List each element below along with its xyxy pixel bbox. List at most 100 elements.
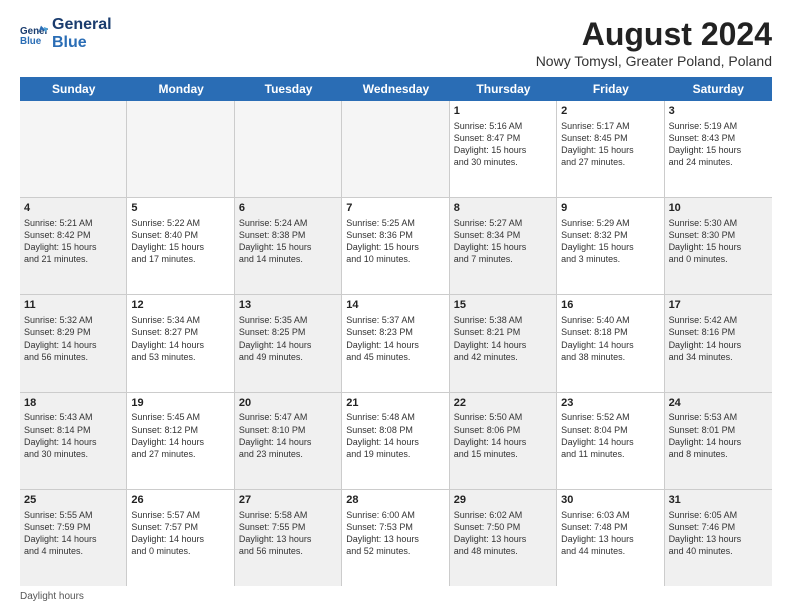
cal-cell-4-4: 29Sunrise: 6:02 AM Sunset: 7:50 PM Dayli… xyxy=(450,490,557,586)
day-info: Sunrise: 5:35 AM Sunset: 8:25 PM Dayligh… xyxy=(239,315,312,361)
cal-cell-1-0: 4 Sunrise: 5:21 AM Sunset: 8:42 PM Daylig… xyxy=(20,198,127,294)
day-number: 12 xyxy=(131,298,229,313)
day-info: Sunrise: 5:32 AM Sunset: 8:29 PM Dayligh… xyxy=(24,315,97,361)
header-saturday: Saturday xyxy=(665,77,772,101)
cal-cell-0-2 xyxy=(235,101,342,197)
header: General Blue General Blue August 2024 No… xyxy=(20,16,772,69)
day-info: Sunrise: 5:45 AM Sunset: 8:12 PM Dayligh… xyxy=(131,412,204,458)
cal-cell-1-1: 5 Sunrise: 5:22 AM Sunset: 8:40 PM Daylig… xyxy=(127,198,234,294)
day-info: Sunrise: 5:55 AM Sunset: 7:59 PM Dayligh… xyxy=(24,510,97,556)
day-number: 2 xyxy=(561,104,659,119)
day-info: Sunrise: 5:50 AM Sunset: 8:06 PM Dayligh… xyxy=(454,412,527,458)
cal-cell-4-1: 26 Sunrise: 5:57 AM Sunset: 7:57 PM Dayli… xyxy=(127,490,234,586)
day-info: Sunrise: 5:38 AM Sunset: 8:21 PM Dayligh… xyxy=(454,315,527,361)
calendar: Sunday Monday Tuesday Wednesday Thursday… xyxy=(20,77,772,586)
day-info: Sunrise: 5:22 AM Sunset: 8:40 PM Dayligh… xyxy=(131,218,204,264)
calendar-row-0: 1Sunrise: 5:16 AM Sunset: 8:47 PM Daylig… xyxy=(20,101,772,198)
cal-cell-2-6: 17Sunrise: 5:42 AM Sunset: 8:16 PM Dayli… xyxy=(665,295,772,391)
header-monday: Monday xyxy=(127,77,234,101)
cal-cell-3-1: 19Sunrise: 5:45 AM Sunset: 8:12 PM Dayli… xyxy=(127,393,234,489)
cal-cell-2-2: 13 Sunrise: 5:35 AM Sunset: 8:25 PM Dayli… xyxy=(235,295,342,391)
calendar-header: Sunday Monday Tuesday Wednesday Thursday… xyxy=(20,77,772,101)
cal-cell-2-3: 14 Sunrise: 5:37 AM Sunset: 8:23 PM Dayli… xyxy=(342,295,449,391)
day-number: 13 xyxy=(239,298,337,313)
day-info: Sunrise: 5:17 AM Sunset: 8:45 PM Dayligh… xyxy=(561,121,634,167)
day-number: 16 xyxy=(561,298,659,313)
cal-cell-1-4: 8 Sunrise: 5:27 AM Sunset: 8:34 PM Daylig… xyxy=(450,198,557,294)
cal-cell-1-6: 10 Sunrise: 5:30 AM Sunset: 8:30 PM Dayli… xyxy=(665,198,772,294)
day-number: 6 xyxy=(239,201,337,216)
cal-cell-4-0: 25 Sunrise: 5:55 AM Sunset: 7:59 PM Dayli… xyxy=(20,490,127,586)
day-number: 19 xyxy=(131,396,229,411)
day-number: 21 xyxy=(346,396,444,411)
day-info: Sunrise: 5:34 AM Sunset: 8:27 PM Dayligh… xyxy=(131,315,204,361)
calendar-body: 1Sunrise: 5:16 AM Sunset: 8:47 PM Daylig… xyxy=(20,101,772,586)
header-wednesday: Wednesday xyxy=(342,77,449,101)
cal-cell-2-5: 16Sunrise: 5:40 AM Sunset: 8:18 PM Dayli… xyxy=(557,295,664,391)
day-number: 10 xyxy=(669,201,768,216)
cal-cell-0-0 xyxy=(20,101,127,197)
header-friday: Friday xyxy=(557,77,664,101)
day-number: 4 xyxy=(24,201,122,216)
cal-cell-0-6: 3Sunrise: 5:19 AM Sunset: 8:43 PM Daylig… xyxy=(665,101,772,197)
cal-cell-3-4: 22Sunrise: 5:50 AM Sunset: 8:06 PM Dayli… xyxy=(450,393,557,489)
day-info: Sunrise: 6:00 AM Sunset: 7:53 PM Dayligh… xyxy=(346,510,419,556)
day-info: Sunrise: 5:58 AM Sunset: 7:55 PM Dayligh… xyxy=(239,510,312,556)
day-info: Sunrise: 5:37 AM Sunset: 8:23 PM Dayligh… xyxy=(346,315,419,361)
day-number: 22 xyxy=(454,396,552,411)
day-number: 31 xyxy=(669,493,768,508)
day-number: 20 xyxy=(239,396,337,411)
cal-cell-0-1 xyxy=(127,101,234,197)
calendar-row-3: 18Sunrise: 5:43 AM Sunset: 8:14 PM Dayli… xyxy=(20,393,772,490)
day-info: Sunrise: 5:43 AM Sunset: 8:14 PM Dayligh… xyxy=(24,412,97,458)
day-number: 9 xyxy=(561,201,659,216)
cal-cell-3-2: 20Sunrise: 5:47 AM Sunset: 8:10 PM Dayli… xyxy=(235,393,342,489)
day-number: 18 xyxy=(24,396,122,411)
day-number: 26 xyxy=(131,493,229,508)
day-info: Sunrise: 5:24 AM Sunset: 8:38 PM Dayligh… xyxy=(239,218,312,264)
cal-cell-3-5: 23Sunrise: 5:52 AM Sunset: 8:04 PM Dayli… xyxy=(557,393,664,489)
cal-cell-2-0: 11Sunrise: 5:32 AM Sunset: 8:29 PM Dayli… xyxy=(20,295,127,391)
day-number: 7 xyxy=(346,201,444,216)
day-info: Sunrise: 6:05 AM Sunset: 7:46 PM Dayligh… xyxy=(669,510,742,556)
day-info: Sunrise: 5:30 AM Sunset: 8:30 PM Dayligh… xyxy=(669,218,742,264)
cal-cell-0-5: 2 Sunrise: 5:17 AM Sunset: 8:45 PM Daylig… xyxy=(557,101,664,197)
cal-cell-2-4: 15 Sunrise: 5:38 AM Sunset: 8:21 PM Dayli… xyxy=(450,295,557,391)
day-number: 5 xyxy=(131,201,229,216)
cal-cell-2-1: 12 Sunrise: 5:34 AM Sunset: 8:27 PM Dayli… xyxy=(127,295,234,391)
logo: General Blue General Blue xyxy=(20,16,112,51)
day-info: Sunrise: 5:25 AM Sunset: 8:36 PM Dayligh… xyxy=(346,218,419,264)
cal-cell-1-3: 7 Sunrise: 5:25 AM Sunset: 8:36 PM Daylig… xyxy=(342,198,449,294)
day-number: 15 xyxy=(454,298,552,313)
day-info: Sunrise: 5:57 AM Sunset: 7:57 PM Dayligh… xyxy=(131,510,204,556)
day-info: Sunrise: 5:27 AM Sunset: 8:34 PM Dayligh… xyxy=(454,218,527,264)
calendar-row-4: 25 Sunrise: 5:55 AM Sunset: 7:59 PM Dayli… xyxy=(20,490,772,586)
header-sunday: Sunday xyxy=(20,77,127,101)
day-info: Sunrise: 5:21 AM Sunset: 8:42 PM Dayligh… xyxy=(24,218,97,264)
day-number: 17 xyxy=(669,298,768,313)
day-number: 27 xyxy=(239,493,337,508)
day-number: 14 xyxy=(346,298,444,313)
day-number: 25 xyxy=(24,493,122,508)
calendar-row-2: 11Sunrise: 5:32 AM Sunset: 8:29 PM Dayli… xyxy=(20,295,772,392)
day-number: 24 xyxy=(669,396,768,411)
day-info: Sunrise: 5:48 AM Sunset: 8:08 PM Dayligh… xyxy=(346,412,419,458)
day-info: Sunrise: 6:02 AM Sunset: 7:50 PM Dayligh… xyxy=(454,510,527,556)
day-number: 8 xyxy=(454,201,552,216)
cal-cell-3-3: 21Sunrise: 5:48 AM Sunset: 8:08 PM Dayli… xyxy=(342,393,449,489)
cal-cell-0-4: 1Sunrise: 5:16 AM Sunset: 8:47 PM Daylig… xyxy=(450,101,557,197)
header-thursday: Thursday xyxy=(450,77,557,101)
day-info: Sunrise: 5:52 AM Sunset: 8:04 PM Dayligh… xyxy=(561,412,634,458)
svg-text:Blue: Blue xyxy=(20,35,42,46)
day-number: 1 xyxy=(454,104,552,119)
calendar-row-1: 4 Sunrise: 5:21 AM Sunset: 8:42 PM Daylig… xyxy=(20,198,772,295)
day-info: Sunrise: 6:03 AM Sunset: 7:48 PM Dayligh… xyxy=(561,510,634,556)
day-number: 23 xyxy=(561,396,659,411)
day-info: Sunrise: 5:53 AM Sunset: 8:01 PM Dayligh… xyxy=(669,412,742,458)
day-info: Sunrise: 5:19 AM Sunset: 8:43 PM Dayligh… xyxy=(669,121,742,167)
title-block: August 2024 Nowy Tomysl, Greater Poland,… xyxy=(536,16,772,69)
header-tuesday: Tuesday xyxy=(235,77,342,101)
page: General Blue General Blue August 2024 No… xyxy=(0,0,792,612)
logo-text-general: General xyxy=(52,16,112,34)
location: Nowy Tomysl, Greater Poland, Poland xyxy=(536,53,772,69)
